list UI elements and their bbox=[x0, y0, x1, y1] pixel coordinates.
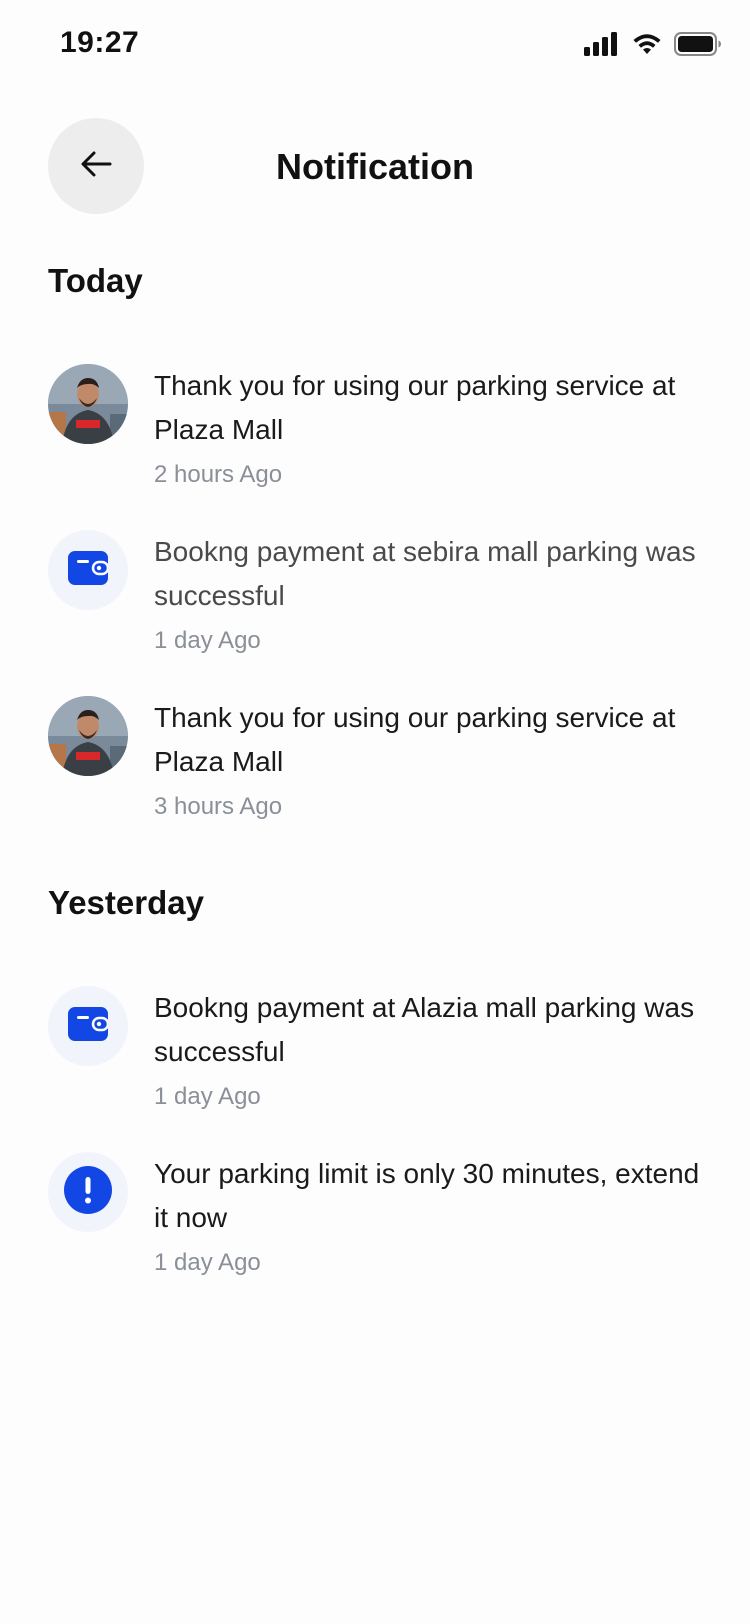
notification-body: Bookng payment at sebira mall parking wa… bbox=[154, 530, 714, 658]
battery-icon bbox=[674, 32, 722, 56]
wallet-icon-wrap bbox=[48, 530, 128, 610]
notification-body: Your parking limit is only 30 minutes, e… bbox=[154, 1152, 714, 1280]
status-bar: 19:27 bbox=[0, 0, 750, 90]
alert-icon bbox=[64, 1165, 112, 1219]
page-title: Notification bbox=[276, 146, 474, 187]
notification-body: Thank you for using our parking service … bbox=[154, 364, 714, 492]
cellular-signal-icon bbox=[584, 32, 620, 56]
section-title-yesterday: Yesterday bbox=[48, 884, 204, 921]
wallet-icon bbox=[68, 1006, 110, 1046]
notification-text: Bookng payment at sebira mall parking wa… bbox=[154, 536, 696, 611]
status-time: 19:27 bbox=[60, 26, 140, 59]
status-icons bbox=[584, 32, 722, 56]
notification-time: 1 day Ago bbox=[154, 1249, 261, 1276]
notification-text: Bookng payment at Alazia mall parking wa… bbox=[154, 992, 695, 1067]
notification-time: 1 day Ago bbox=[154, 627, 261, 654]
notification-text: Thank you for using our parking service … bbox=[154, 370, 676, 445]
notification-body: Bookng payment at Alazia mall parking wa… bbox=[154, 986, 714, 1114]
notification-time: 3 hours Ago bbox=[154, 793, 283, 820]
wifi-icon bbox=[632, 32, 662, 56]
notification-text: Your parking limit is only 30 minutes, e… bbox=[154, 1158, 700, 1233]
alert-icon-wrap bbox=[48, 1152, 128, 1232]
avatar bbox=[48, 364, 128, 444]
section-title-today: Today bbox=[48, 262, 143, 299]
avatar bbox=[48, 696, 128, 776]
notification-time: 1 day Ago bbox=[154, 1083, 261, 1110]
notification-text: Thank you for using our parking service … bbox=[154, 702, 676, 777]
notification-time: 2 hours Ago bbox=[154, 461, 283, 488]
header: Notification bbox=[0, 118, 750, 214]
wallet-icon-wrap bbox=[48, 986, 128, 1066]
notification-body: Thank you for using our parking service … bbox=[154, 696, 714, 824]
wallet-icon bbox=[68, 550, 110, 590]
